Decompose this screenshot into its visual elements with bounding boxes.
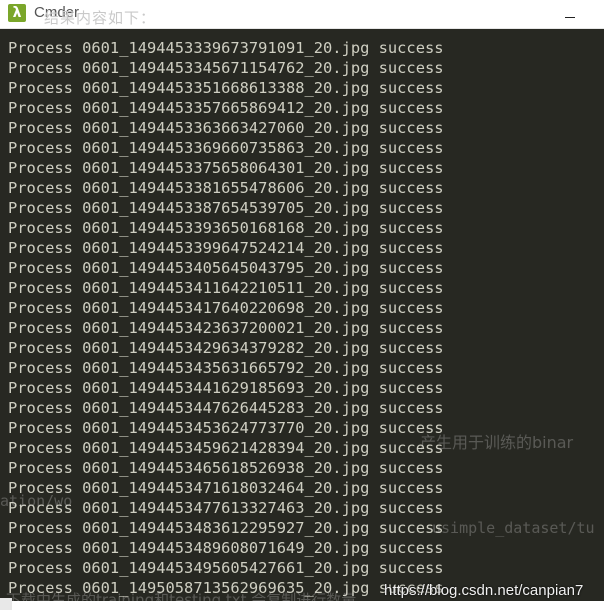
- output-line: Process 0601_1494453399647524214_20.jpg …: [8, 239, 444, 257]
- title-bar[interactable]: λ Cmder 结果内容如下：: [0, 0, 604, 29]
- minimize-icon: [565, 16, 575, 18]
- output-line: Process 0601_1494453357665869412_20.jpg …: [8, 99, 444, 117]
- output-line: Process 0601_1494453483612295927_20.jpg …: [8, 519, 444, 537]
- output-line: Process 0601_1494453381655478606_20.jpg …: [8, 179, 444, 197]
- scrollbar-corner: [0, 598, 12, 610]
- output-line: Process 0601_1494453339673791091_20.jpg …: [8, 39, 444, 57]
- output-line: Process 0601_1494453393650168168_20.jpg …: [8, 219, 444, 237]
- output-line: Process 0601_1494453477613327463_20.jpg …: [8, 499, 444, 517]
- output-line: Process 0601_1494453441629185693_20.jpg …: [8, 379, 444, 397]
- minimize-button[interactable]: [548, 0, 592, 28]
- output-line: Process 0601_1494453405645043795_20.jpg …: [8, 259, 444, 277]
- output-line: Process 0601_1494453387654539705_20.jpg …: [8, 199, 444, 217]
- output-line: Process 0601_1494453435631665792_20.jpg …: [8, 359, 444, 377]
- window-title: Cmder: [34, 4, 80, 21]
- terminal-output[interactable]: Process 0601_1494453339673791091_20.jpg …: [0, 29, 604, 601]
- output-line: Process 0601_1494453363663427060_20.jpg …: [8, 119, 444, 137]
- output-line: Process 0601_1494453375658064301_20.jpg …: [8, 159, 444, 177]
- background-text-fragment: usimple_dataset/tu: [432, 519, 595, 537]
- output-line: Process 0601_1494453423637200021_20.jpg …: [8, 319, 444, 337]
- output-line: Process 0601_1494453369660735863_20.jpg …: [8, 139, 444, 157]
- output-line: Process 0601_1494453417640220698_20.jpg …: [8, 299, 444, 317]
- output-line: Process 0601_1494453459621428394_20.jpg …: [8, 439, 444, 457]
- output-line: Process 0601_1494453447626445283_20.jpg …: [8, 399, 444, 417]
- lambda-icon: λ: [8, 4, 26, 22]
- output-line: Process 0601_1494453489608071649_20.jpg …: [8, 539, 444, 557]
- output-line: Process 0601_1494453471618032464_20.jpg …: [8, 479, 444, 497]
- output-line: Process 0601_1494453495605427661_20.jpg …: [8, 559, 444, 577]
- output-line: Process 0601_1494453465618526938_20.jpg …: [8, 459, 444, 477]
- output-line: Process 0601_1494453411642210511_20.jpg …: [8, 279, 444, 297]
- output-line: Process 0601_1494453453624773770_20.jpg …: [8, 419, 444, 437]
- cmder-window: λ Cmder 结果内容如下： Process 0601_14944533396…: [0, 0, 604, 610]
- output-line: Process 0601_1495058713562969635_20.jpg …: [8, 579, 444, 597]
- output-line: Process 0601_1494453429634379282_20.jpg …: [8, 339, 444, 357]
- output-line: Process 0601_1494453351668613388_20.jpg …: [8, 79, 444, 97]
- output-line: Process 0601_1494453345671154762_20.jpg …: [8, 59, 444, 77]
- watermark-url: https://blog.csdn.net/canpian7: [384, 582, 584, 599]
